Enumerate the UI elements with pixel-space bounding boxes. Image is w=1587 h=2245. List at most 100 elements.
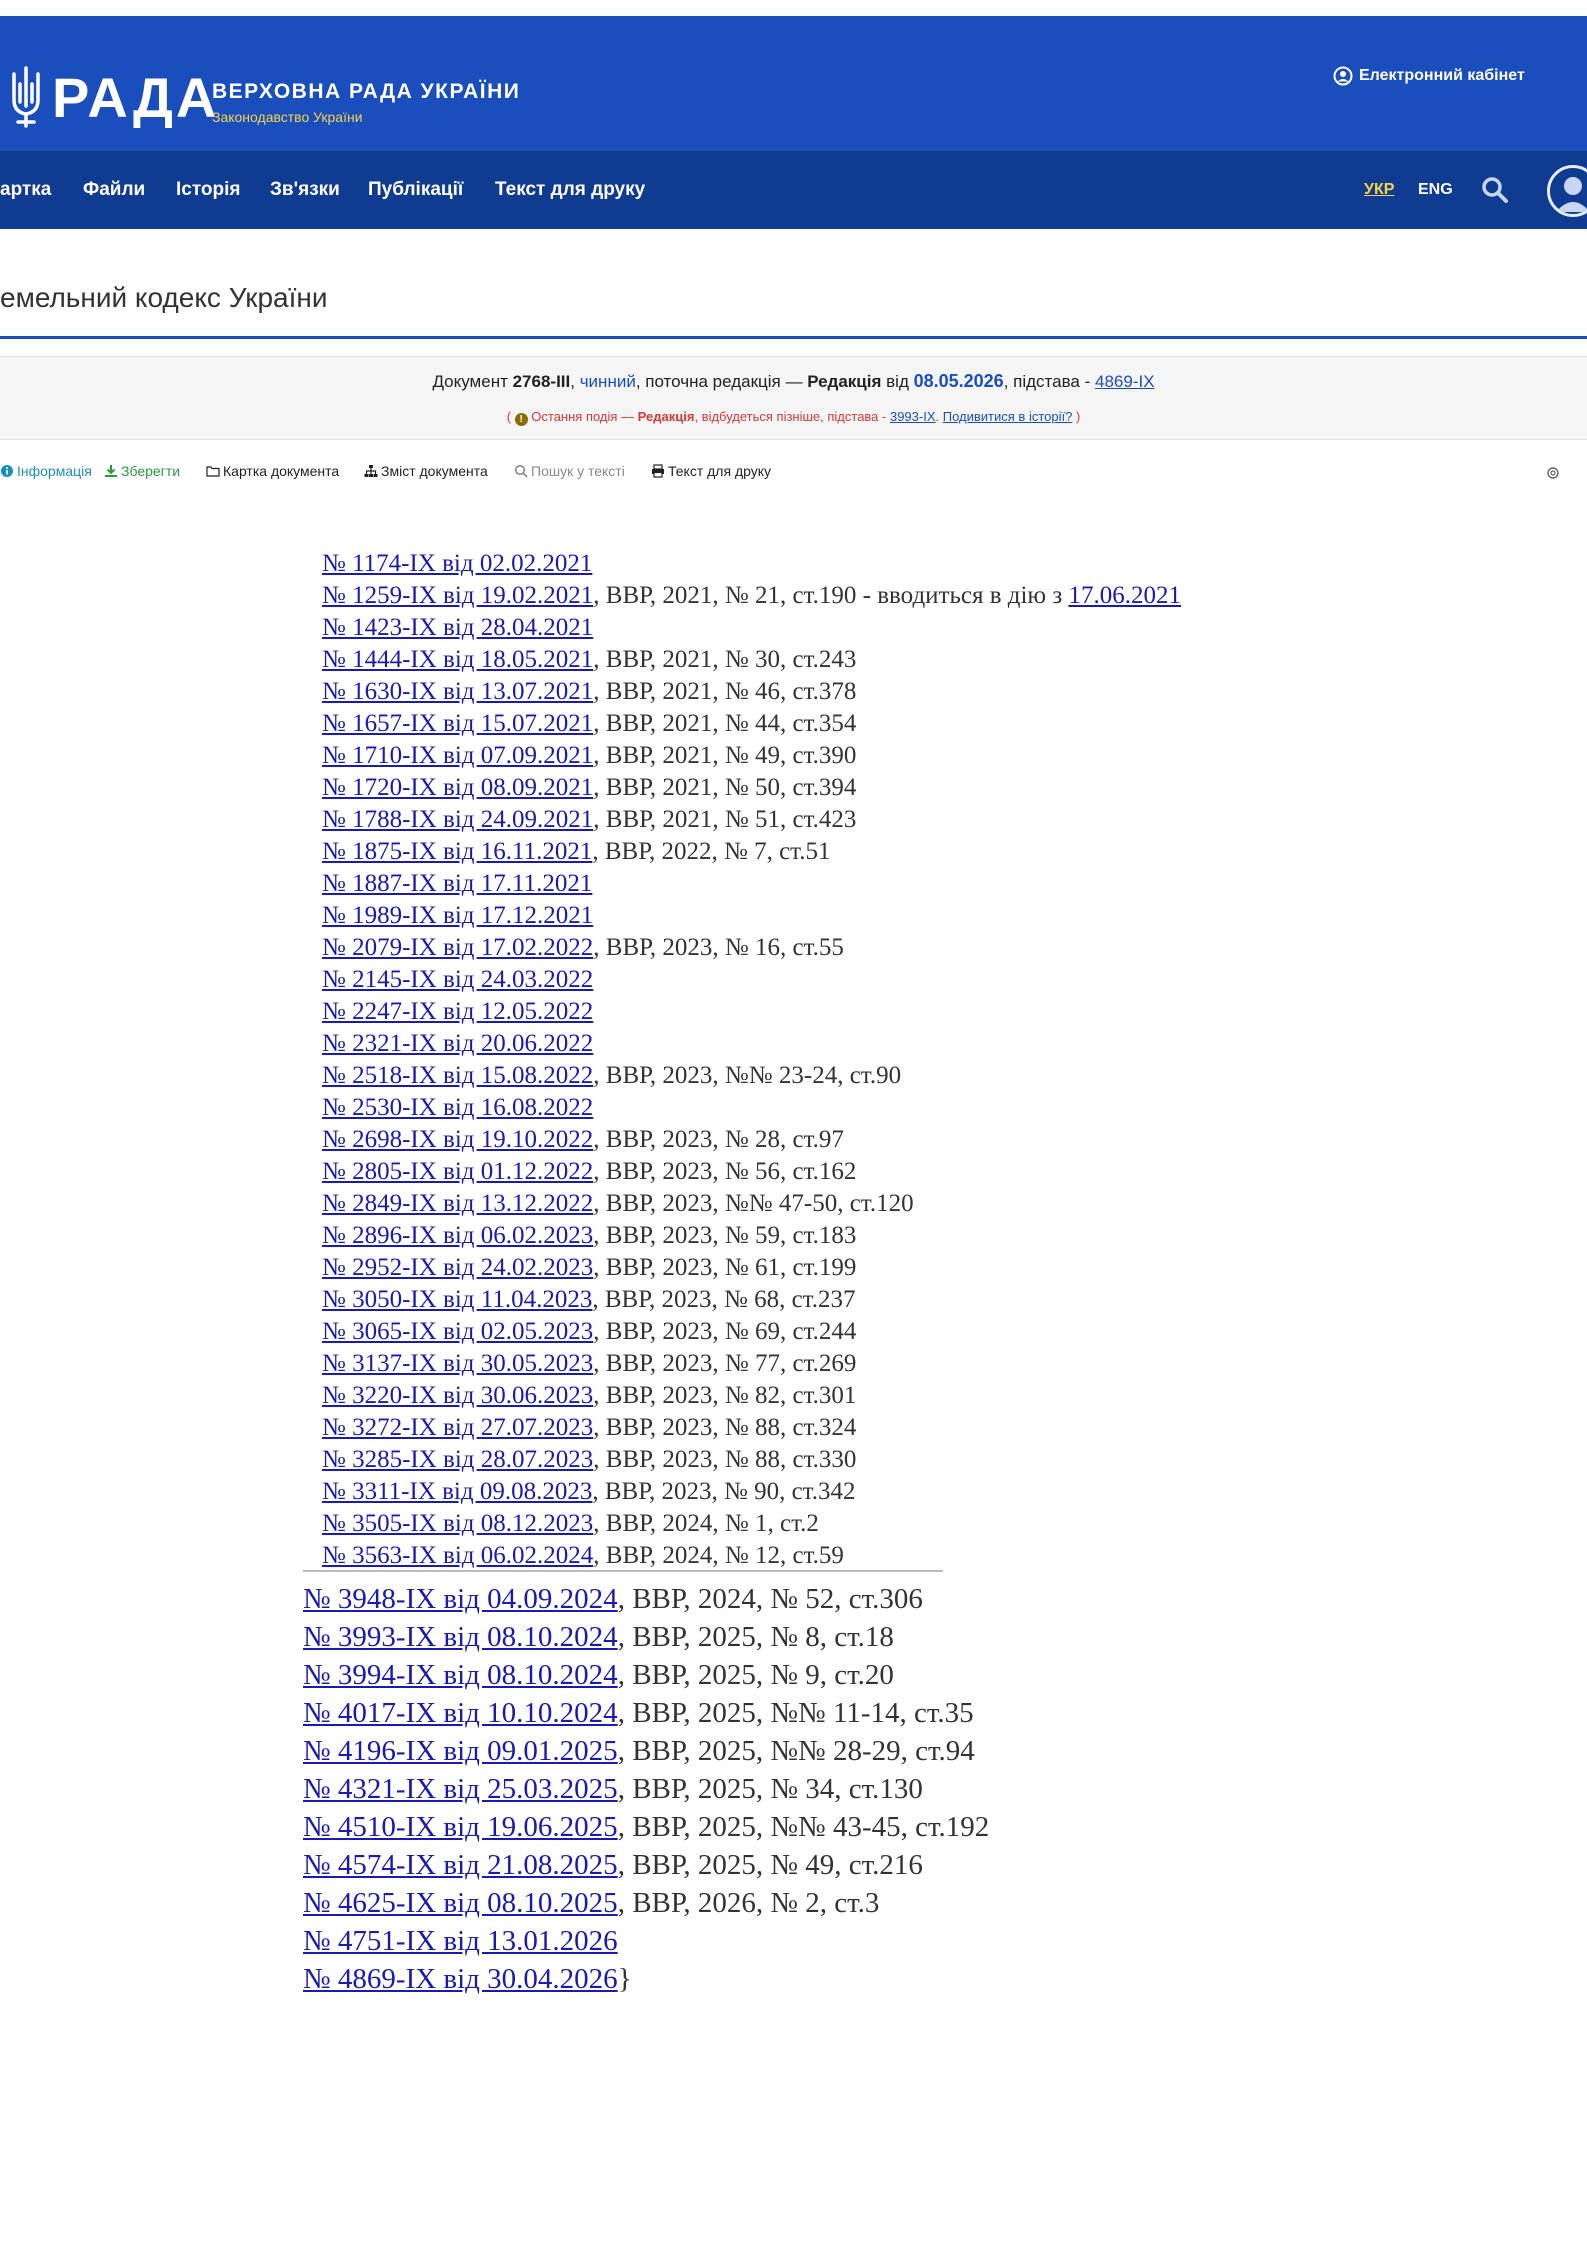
amendment-publication: , ВВР, 2023, №№ 47-50, ст.120: [593, 1190, 914, 1217]
electronic-cabinet-link[interactable]: Електронний кабінет: [1333, 66, 1525, 86]
amendment-link[interactable]: № 1630-IX від 13.07.2021: [322, 678, 593, 705]
amendment-link[interactable]: № 4625-IX від 08.10.2025: [303, 1887, 618, 1919]
amendment-row: № 1710-IX від 07.09.2021, ВВР, 2021, № 4…: [322, 740, 1181, 772]
doc-status[interactable]: чинний: [580, 372, 636, 391]
amendment-link[interactable]: № 3948-IX від 04.09.2024: [303, 1583, 618, 1615]
print-label: Текст для друку: [668, 463, 772, 479]
amendment-link[interactable]: № 1887-IX від 17.11.2021: [322, 870, 592, 897]
amendment-link[interactable]: № 3137-IX від 30.05.2023: [322, 1350, 593, 1377]
contents-label: Зміст документа: [381, 463, 488, 479]
print-icon: [652, 464, 664, 478]
amendment-publication: , ВВР, 2021, № 30, ст.243: [593, 646, 857, 673]
amendment-row: № 3220-IX від 30.06.2023, ВВР, 2023, № 8…: [322, 1380, 1181, 1412]
trident-logo-icon: [12, 66, 40, 128]
amendment-row: № 3137-IX від 30.05.2023, ВВР, 2023, № 7…: [322, 1348, 1181, 1380]
search-text-button[interactable]: Пошук у тексті: [514, 463, 625, 479]
amendment-publication: , ВВР, 2021, № 44, ст.354: [593, 710, 857, 737]
amendment-link[interactable]: № 1720-IX від 08.09.2021: [322, 774, 593, 801]
amendment-row: № 3505-IX від 08.12.2023, ВВР, 2024, № 1…: [322, 1508, 1181, 1540]
amendment-link[interactable]: № 2896-IX від 06.02.2023: [322, 1222, 593, 1249]
amendment-link[interactable]: № 4510-IX від 19.06.2025: [303, 1811, 618, 1843]
brand-logo-word[interactable]: РАДА: [52, 68, 219, 128]
folder-icon: [206, 466, 220, 477]
amendment-publication: , ВВР, 2024, № 12, ст.59: [593, 1542, 844, 1569]
amendment-link[interactable]: № 1259-IX від 19.02.2021: [322, 582, 593, 609]
amendment-link[interactable]: № 3220-IX від 30.06.2023: [322, 1382, 593, 1409]
settings-icon[interactable]: [1545, 465, 1561, 481]
amendment-link[interactable]: № 3311-IX від 09.08.2023: [322, 1478, 592, 1505]
nav-links[interactable]: Зв'язки: [270, 179, 340, 201]
amendment-link[interactable]: № 1423-IX від 28.04.2021: [322, 614, 593, 641]
search-icon: [514, 464, 528, 478]
amendment-link[interactable]: № 3994-IX від 08.10.2024: [303, 1659, 618, 1691]
amendment-link[interactable]: № 2321-IX від 20.06.2022: [322, 1030, 593, 1057]
amendment-link[interactable]: № 4751-IX від 13.01.2026: [303, 1925, 618, 1957]
amendment-row: № 1887-IX від 17.11.2021: [322, 868, 1181, 900]
lang-eng[interactable]: ENG: [1418, 181, 1453, 199]
amendment-link[interactable]: № 3065-IX від 02.05.2023: [322, 1318, 593, 1345]
amendment-publication: , ВВР, 2021, № 21, ст.190 - вводиться в …: [593, 582, 1069, 609]
amendment-link[interactable]: № 2530-IX від 16.08.2022: [322, 1094, 593, 1121]
amendment-row: № 3285-IX від 28.07.2023, ВВР, 2023, № 8…: [322, 1444, 1181, 1476]
amendment-link[interactable]: № 2518-IX від 15.08.2022: [322, 1062, 593, 1089]
amendment-link[interactable]: № 3285-IX від 28.07.2023: [322, 1446, 593, 1473]
event-sep: .: [935, 409, 943, 424]
amendment-link[interactable]: № 4574-IX від 21.08.2025: [303, 1849, 618, 1881]
amendment-link[interactable]: № 2247-IX від 12.05.2022: [322, 998, 593, 1025]
nav-card[interactable]: артка: [0, 179, 51, 201]
document-card-button[interactable]: Картка документа: [206, 463, 339, 479]
amendment-link[interactable]: № 3563-IX від 06.02.2024: [322, 1542, 593, 1569]
nav-print-text[interactable]: Текст для друку: [495, 179, 645, 201]
history-link[interactable]: Подивитися в історії?: [943, 409, 1073, 424]
print-text-button[interactable]: Текст для друку: [651, 463, 771, 479]
amendment-link[interactable]: № 3050-IX від 11.04.2023: [322, 1286, 592, 1313]
amendment-publication: , ВВР, 2023, № 59, ст.183: [593, 1222, 857, 1249]
amendment-publication: , ВВР, 2024, № 1, ст.2: [593, 1510, 819, 1537]
amendment-link[interactable]: № 2849-IX від 13.12.2022: [322, 1190, 593, 1217]
amendment-link[interactable]: № 1875-IX від 16.11.2021: [322, 838, 592, 865]
doc-separator: ,: [570, 372, 580, 391]
amendment-row: № 4321-IX від 25.03.2025, ВВР, 2025, № 3…: [303, 1770, 989, 1808]
basis-link[interactable]: 4869-IX: [1095, 372, 1155, 391]
amendment-link[interactable]: № 1174-IX від 02.02.2021: [322, 550, 592, 577]
amendment-link[interactable]: № 4017-IX від 10.10.2024: [303, 1697, 618, 1729]
amendment-link[interactable]: № 1657-IX від 15.07.2021: [322, 710, 593, 737]
amendment-link[interactable]: № 1989-IX від 17.12.2021: [322, 902, 593, 929]
brand-title[interactable]: ВЕРХОВНА РАДА УКРАЇНИ: [212, 80, 520, 104]
amendment-link[interactable]: № 3272-IX від 27.07.2023: [322, 1414, 593, 1441]
amendment-publication: , ВВР, 2024, № 52, ст.306: [617, 1583, 923, 1615]
amendment-link[interactable]: № 2698-IX від 19.10.2022: [322, 1126, 593, 1153]
info-button[interactable]: Інформація: [0, 463, 92, 479]
amendment-row: № 1423-IX від 28.04.2021: [322, 612, 1181, 644]
search-icon[interactable]: [1481, 176, 1509, 204]
amendment-link[interactable]: № 3993-IX від 08.10.2024: [303, 1621, 618, 1653]
nav-publications[interactable]: Публікації: [368, 179, 463, 201]
doc-prefix: Документ: [432, 372, 513, 391]
amendment-link[interactable]: № 1444-IX від 18.05.2021: [322, 646, 593, 673]
amendment-link[interactable]: № 4869-IX від 30.04.2026: [303, 1963, 618, 1995]
avatar-icon[interactable]: [1547, 165, 1587, 217]
effective-date-link[interactable]: 17.06.2021: [1069, 582, 1182, 609]
nav-history[interactable]: Історія: [176, 179, 240, 201]
amendment-link[interactable]: № 3505-IX від 08.12.2023: [322, 1510, 593, 1537]
amendment-link[interactable]: № 1710-IX від 07.09.2021: [322, 742, 593, 769]
amendment-row: № 3065-IX від 02.05.2023, ВВР, 2023, № 6…: [322, 1316, 1181, 1348]
contents-button[interactable]: Зміст документа: [364, 463, 488, 479]
amendment-link[interactable]: № 2952-IX від 24.02.2023: [322, 1254, 593, 1281]
nav-files[interactable]: Файли: [83, 179, 145, 201]
brand-subtitle[interactable]: Законодавство України: [212, 109, 363, 125]
amendment-publication: , ВВР, 2021, № 51, ст.423: [593, 806, 857, 833]
event-basis-link[interactable]: 3993-IX: [890, 409, 936, 424]
amendment-link[interactable]: № 2079-IX від 17.02.2022: [322, 934, 593, 961]
amendment-link[interactable]: № 4321-IX від 25.03.2025: [303, 1773, 618, 1805]
save-button[interactable]: Зберегти: [104, 463, 180, 479]
amendment-publication: , ВВР, 2022, № 7, ст.51: [592, 838, 831, 865]
lang-ukr[interactable]: УКР: [1364, 181, 1394, 199]
amendment-link[interactable]: № 2145-IX від 24.03.2022: [322, 966, 593, 993]
amendment-publication: , ВВР, 2023, № 28, ст.97: [593, 1126, 844, 1153]
amendment-row: № 3993-IX від 08.10.2024, ВВР, 2025, № 8…: [303, 1618, 989, 1656]
amendment-link[interactable]: № 2805-IX від 01.12.2022: [322, 1158, 593, 1185]
amendment-publication: , ВВР, 2021, № 49, ст.390: [593, 742, 857, 769]
amendment-link[interactable]: № 4196-IX від 09.01.2025: [303, 1735, 618, 1767]
amendment-link[interactable]: № 1788-IX від 24.09.2021: [322, 806, 593, 833]
